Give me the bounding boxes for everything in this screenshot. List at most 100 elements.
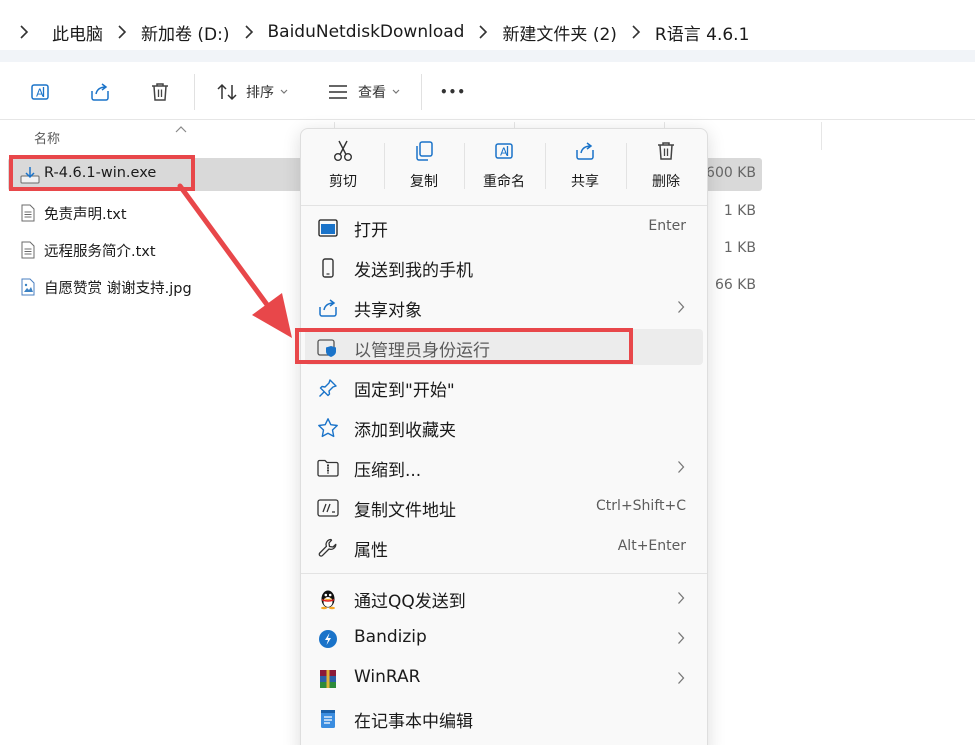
text-file-icon <box>20 204 38 222</box>
sort-icon <box>216 82 238 102</box>
chevron-right-icon[interactable] <box>617 25 655 39</box>
menu-item-edit-in-notepad[interactable]: 在记事本中编辑 <box>305 700 703 736</box>
chevron-down-icon <box>392 89 400 95</box>
chevron-right-icon <box>677 630 685 649</box>
file-size: 1 KB <box>723 240 756 256</box>
copy-label: 复制 <box>410 174 438 190</box>
share-icon <box>317 297 339 319</box>
more-options-button[interactable]: ••• <box>438 76 468 108</box>
notepad-icon <box>317 708 339 730</box>
menu-item-label: 复制文件地址 <box>354 501 456 521</box>
menu-item-label: 打开 <box>354 221 388 241</box>
view-icon <box>328 84 348 100</box>
annotation-highlight-run-as-admin <box>295 328 633 364</box>
sort-button[interactable]: 排序 <box>210 76 294 108</box>
chevron-right-icon[interactable] <box>103 25 141 39</box>
file-name: 免责声明.txt <box>44 207 127 223</box>
context-menu-quick-actions: 剪切 复制 A 重命名 共享 删除 <box>301 129 707 201</box>
chevron-right-icon[interactable] <box>230 25 268 39</box>
toolbar-divider <box>194 74 195 110</box>
file-size: 600 KB <box>706 165 756 181</box>
star-icon <box>317 417 339 439</box>
copy-icon <box>383 137 465 165</box>
bandizip-icon <box>317 628 339 650</box>
breadcrumb: 此电脑 新加卷 (D:) BaiduNetdiskDownload 新建文件夹 … <box>10 14 749 50</box>
file-size: 66 KB <box>714 277 756 293</box>
cut-label: 剪切 <box>329 174 357 190</box>
breadcrumb-item-drive-d[interactable]: 新加卷 (D:) <box>141 20 230 45</box>
file-name: 远程服务简介.txt <box>44 244 156 260</box>
menu-item-share-with[interactable]: 共享对象 <box>305 289 703 325</box>
chevron-right-icon <box>677 299 685 318</box>
trash-icon[interactable] <box>146 76 174 108</box>
menu-separator <box>301 573 707 574</box>
menu-item-label: 共享对象 <box>354 301 422 321</box>
phone-icon <box>317 257 339 279</box>
menu-item-label: 压缩到... <box>354 461 422 481</box>
zip-folder-icon <box>317 457 339 479</box>
column-header-name[interactable]: 名称 <box>34 128 60 147</box>
view-label: 查看 <box>358 85 386 101</box>
rename-icon[interactable]: A <box>26 76 54 108</box>
menu-item-label: 在记事本中编辑 <box>354 712 473 732</box>
menu-item-label: 发送到我的手机 <box>354 261 473 281</box>
column-divider <box>821 122 822 150</box>
breadcrumb-item-new-folder[interactable]: 新建文件夹 (2) <box>502 20 616 45</box>
menu-item-add-to-favorites[interactable]: 添加到收藏夹 <box>305 409 703 445</box>
annotation-highlight-file <box>9 155 195 191</box>
menu-item-label: 通过QQ发送到 <box>354 592 466 612</box>
command-bar: A 排序 查看 ••• <box>0 62 975 120</box>
toolbar-separator-strip <box>0 50 975 62</box>
delete-label: 删除 <box>652 174 680 190</box>
svg-text:A: A <box>36 87 44 100</box>
breadcrumb-item-baidu[interactable]: BaiduNetdiskDownload <box>268 22 465 42</box>
trash-icon <box>625 137 707 165</box>
share-icon <box>544 137 626 165</box>
breadcrumb-item-current[interactable]: R语言 4.6.1 <box>655 20 749 45</box>
menu-item-label: Bandizip <box>354 627 427 647</box>
rename-button[interactable]: A 重命名 <box>463 137 545 195</box>
image-file-icon <box>20 278 38 296</box>
copy-button[interactable]: 复制 <box>383 137 465 195</box>
context-menu: 剪切 复制 A 重命名 共享 删除 打开 Enter 发送到我的手机 共享对象 … <box>300 128 708 745</box>
menu-item-winrar[interactable]: WinRAR <box>305 660 703 696</box>
qq-penguin-icon <box>317 588 339 610</box>
chevron-right-icon[interactable] <box>464 25 502 39</box>
menu-item-compress-to[interactable]: 压缩到... <box>305 449 703 485</box>
menu-item-send-to-phone[interactable]: 发送到我的手机 <box>305 249 703 285</box>
menu-item-shortcut: Alt+Enter <box>617 538 686 554</box>
rename-label: 重命名 <box>483 174 525 190</box>
chevron-right-icon <box>677 590 685 609</box>
share-icon[interactable] <box>86 76 114 108</box>
menu-item-pin-to-start[interactable]: 固定到"开始" <box>305 369 703 405</box>
file-name: 自愿赞赏 谢谢支持.jpg <box>44 281 192 297</box>
menu-item-shortcut: Enter <box>648 218 686 234</box>
view-button[interactable]: 查看 <box>322 76 406 108</box>
copy-path-icon <box>317 497 339 519</box>
menu-item-open[interactable]: 打开 Enter <box>305 209 703 245</box>
chevron-right-icon <box>677 670 685 689</box>
wrench-icon <box>317 537 339 559</box>
window-icon <box>317 217 339 239</box>
breadcrumb-item-this-pc[interactable]: 此电脑 <box>52 20 103 45</box>
text-file-icon <box>20 241 38 259</box>
menu-item-shortcut: Ctrl+Shift+C <box>596 498 686 514</box>
share-button[interactable]: 共享 <box>544 137 626 195</box>
scissors-icon <box>302 137 384 165</box>
rename-icon: A <box>463 137 545 165</box>
winrar-icon <box>317 668 339 690</box>
chevron-right-icon <box>677 459 685 478</box>
chevron-right-icon[interactable] <box>10 25 38 39</box>
menu-item-properties[interactable]: 属性 Alt+Enter <box>305 529 703 565</box>
toolbar-divider <box>421 74 422 110</box>
delete-button[interactable]: 删除 <box>625 137 707 195</box>
sort-ascending-caret-icon <box>175 118 187 137</box>
menu-item-send-via-qq[interactable]: 通过QQ发送到 <box>305 580 703 616</box>
share-label: 共享 <box>571 174 599 190</box>
menu-item-copy-as-path[interactable]: 复制文件地址 Ctrl+Shift+C <box>305 489 703 525</box>
menu-item-label: 固定到"开始" <box>354 381 455 401</box>
menu-item-label: WinRAR <box>354 667 421 687</box>
menu-item-bandizip[interactable]: Bandizip <box>305 620 703 656</box>
cut-button[interactable]: 剪切 <box>302 137 384 195</box>
menu-separator <box>301 205 707 206</box>
